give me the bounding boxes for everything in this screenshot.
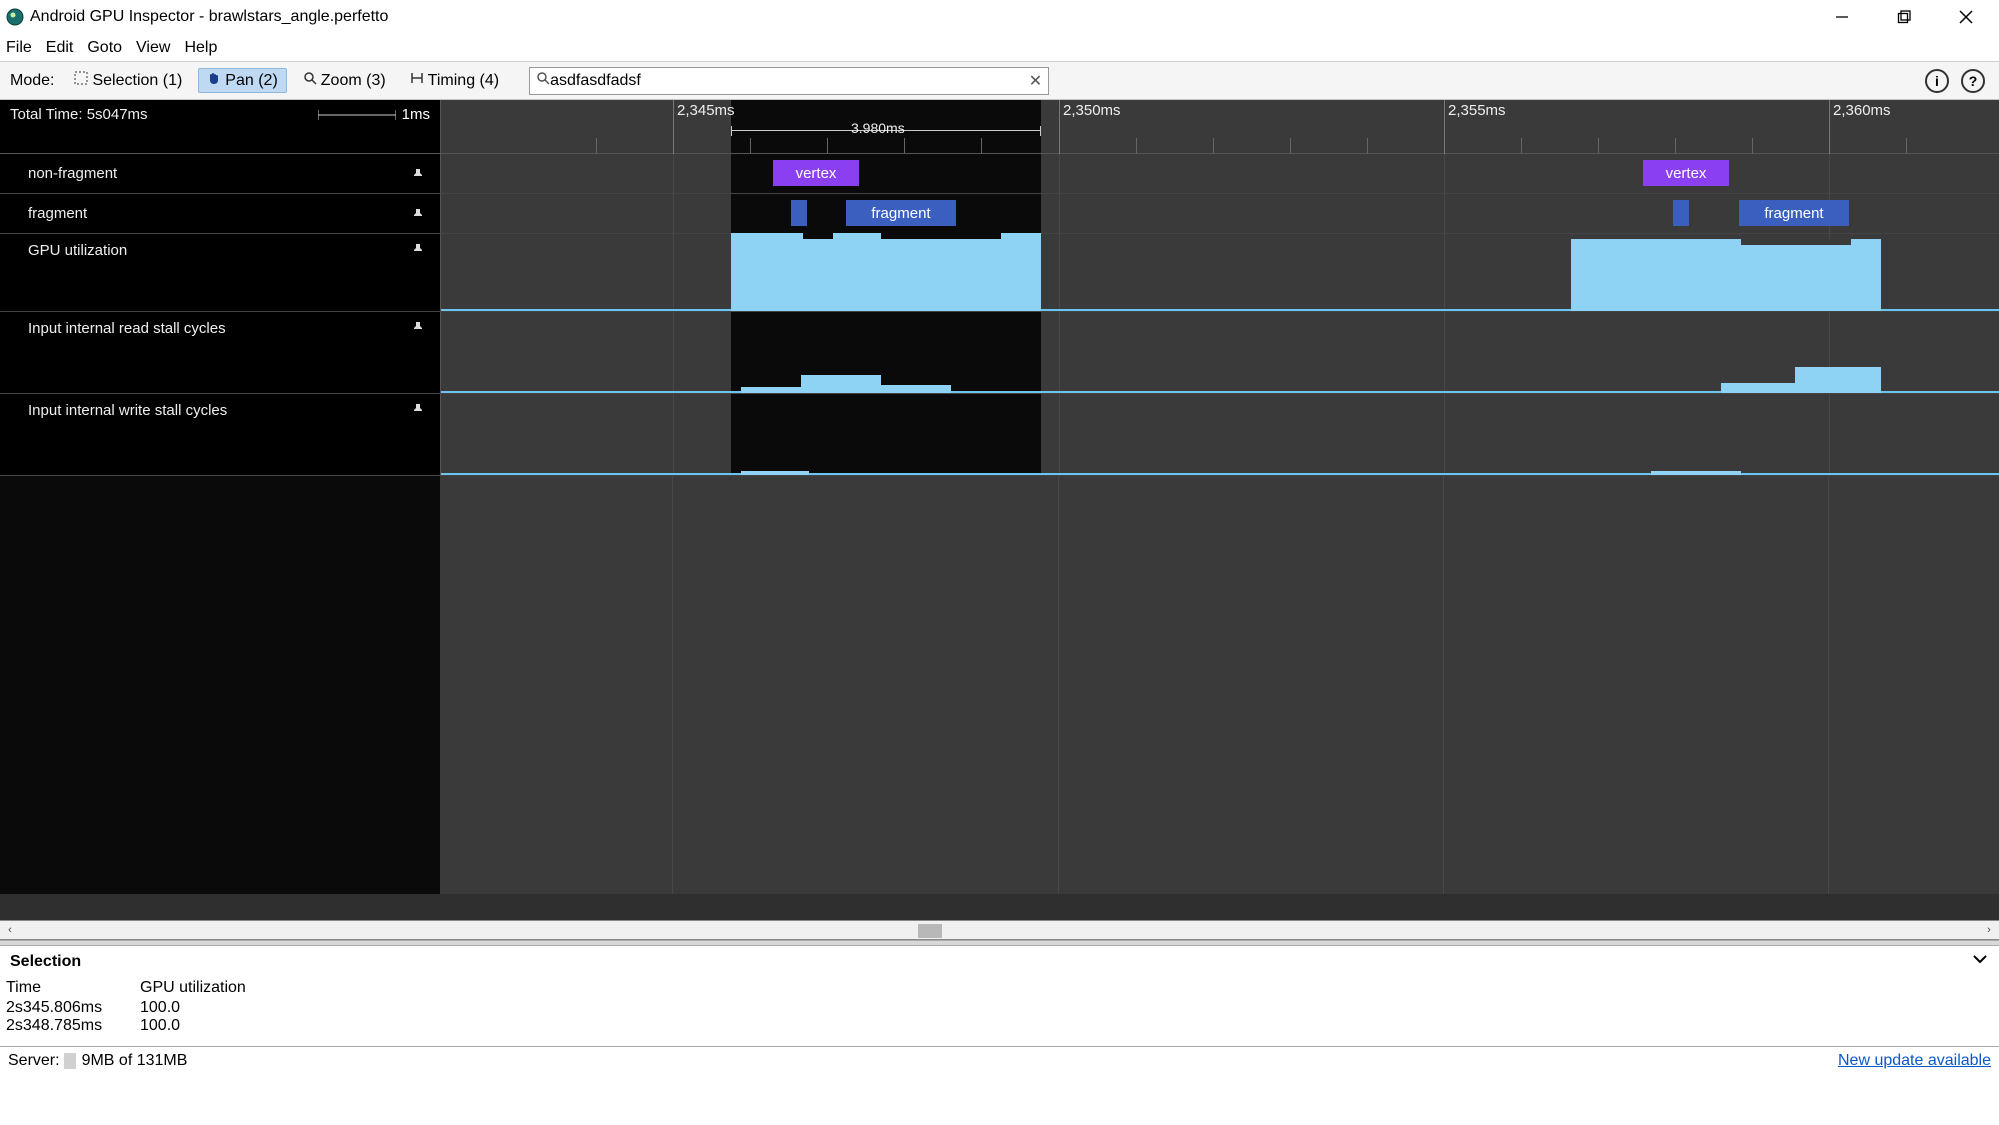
scale-label: 1ms bbox=[402, 106, 430, 123]
minimize-button[interactable] bbox=[1833, 8, 1851, 26]
selection-cell-gpu: 100.0 bbox=[140, 1017, 180, 1035]
mode-selection-button[interactable]: Selection (1) bbox=[66, 69, 190, 92]
fragment-chip[interactable]: fragment bbox=[846, 200, 956, 226]
close-button[interactable] bbox=[1957, 8, 1975, 26]
track-label-read-stall: Input internal read stall cycles bbox=[28, 320, 226, 337]
zoom-icon bbox=[303, 71, 317, 90]
track-read-stall[interactable] bbox=[440, 312, 1999, 393]
timeline-empty-area[interactable] bbox=[0, 476, 1999, 894]
scroll-right-button[interactable]: › bbox=[1979, 924, 1999, 936]
selection-title: Selection bbox=[10, 953, 81, 971]
vertex-chip[interactable]: vertex bbox=[773, 160, 859, 186]
menu-view[interactable]: View bbox=[136, 39, 170, 57]
track-label-write-stall: Input internal write stall cycles bbox=[28, 402, 227, 419]
server-memory: 9MB of 131MB bbox=[82, 1052, 188, 1070]
pin-icon[interactable] bbox=[412, 320, 426, 334]
selection-span-label: 3.980ms bbox=[851, 120, 905, 138]
fragment-chip-small[interactable] bbox=[791, 200, 807, 226]
mode-timing-button[interactable]: Timing (4) bbox=[402, 69, 507, 92]
timeline-header-left: Total Time: 5s047ms 1ms bbox=[0, 100, 440, 153]
maximize-button[interactable] bbox=[1895, 8, 1913, 26]
track-write-stall[interactable] bbox=[440, 394, 1999, 475]
selection-row[interactable]: 2s348.785ms 100.0 bbox=[0, 1017, 1999, 1035]
mode-selection-label: Selection (1) bbox=[92, 72, 182, 90]
selection-col-time: Time bbox=[6, 979, 110, 997]
tick-label: 2,360ms bbox=[1833, 102, 1891, 119]
search-box[interactable]: ✕ bbox=[529, 67, 1049, 95]
clear-search-button[interactable]: ✕ bbox=[1029, 71, 1042, 91]
scroll-thumb[interactable] bbox=[918, 924, 942, 938]
vertex-chip[interactable]: vertex bbox=[1643, 160, 1729, 186]
fragment-chip-small[interactable] bbox=[1673, 200, 1689, 226]
menu-bar: File Edit Goto View Help bbox=[0, 34, 1999, 62]
horizontal-scrollbar[interactable]: ‹ › bbox=[0, 920, 1999, 940]
track-label-nonfragment: non-fragment bbox=[28, 165, 117, 182]
menu-file[interactable]: File bbox=[6, 39, 32, 57]
track-gpu-util[interactable] bbox=[440, 234, 1999, 311]
mode-zoom-button[interactable]: Zoom (3) bbox=[295, 69, 394, 92]
mode-pan-label: Pan (2) bbox=[225, 72, 277, 90]
title-bar: Android GPU Inspector - brawlstars_angle… bbox=[0, 0, 1999, 34]
total-time-label: Total Time: 5s047ms bbox=[10, 106, 148, 123]
tick-label: 2,345ms bbox=[677, 102, 735, 119]
scroll-left-button[interactable]: ‹ bbox=[0, 924, 20, 936]
selection-row[interactable]: 2s345.806ms 100.0 bbox=[0, 999, 1999, 1017]
pin-icon[interactable] bbox=[412, 402, 426, 416]
track-label-gpu-util: GPU utilization bbox=[28, 242, 127, 259]
help-button[interactable]: ? bbox=[1961, 69, 1985, 93]
tick-label: 2,355ms bbox=[1448, 102, 1506, 119]
status-bar: Server: 9MB of 131MB New update availabl… bbox=[0, 1046, 1999, 1074]
timing-icon bbox=[410, 71, 424, 90]
menu-edit[interactable]: Edit bbox=[46, 39, 74, 57]
app-icon bbox=[6, 8, 24, 26]
track-label-fragment: fragment bbox=[28, 205, 87, 222]
window-title: Android GPU Inspector - brawlstars_angle… bbox=[30, 8, 388, 26]
mode-timing-label: Timing (4) bbox=[428, 72, 499, 90]
selection-cell-gpu: 100.0 bbox=[140, 999, 180, 1017]
fragment-chip[interactable]: fragment bbox=[1739, 200, 1849, 226]
mode-pan-button[interactable]: Pan (2) bbox=[198, 68, 286, 93]
selection-icon bbox=[74, 71, 88, 90]
collapse-button[interactable] bbox=[1971, 950, 1989, 973]
timeline-panel[interactable]: Total Time: 5s047ms 1ms 2,345ms 2,350ms … bbox=[0, 100, 1999, 920]
scale-bracket-icon bbox=[318, 109, 396, 121]
server-label: Server: bbox=[8, 1052, 60, 1070]
time-axis[interactable]: 2,345ms 2,350ms 2,355ms 2,360ms 3.980ms bbox=[440, 100, 1999, 153]
menu-help[interactable]: Help bbox=[184, 39, 217, 57]
update-link[interactable]: New update available bbox=[1838, 1052, 1991, 1070]
track-fragment[interactable]: fragment fragment bbox=[440, 194, 1999, 233]
selection-cell-time: 2s348.785ms bbox=[6, 1017, 110, 1035]
search-icon bbox=[536, 71, 550, 90]
pin-icon[interactable] bbox=[412, 242, 426, 256]
toolbar: Mode: Selection (1) Pan (2) Zoom (3) Tim… bbox=[0, 62, 1999, 100]
tick-label: 2,350ms bbox=[1063, 102, 1121, 119]
pin-icon[interactable] bbox=[412, 167, 426, 181]
info-button[interactable]: i bbox=[1925, 69, 1949, 93]
memory-usage-bar bbox=[64, 1053, 76, 1069]
track-nonfragment[interactable]: vertex vertex bbox=[440, 154, 1999, 193]
pin-icon[interactable] bbox=[412, 207, 426, 221]
mode-zoom-label: Zoom (3) bbox=[321, 72, 386, 90]
selection-col-gpu: GPU utilization bbox=[140, 979, 246, 997]
selection-cell-time: 2s345.806ms bbox=[6, 999, 110, 1017]
mode-label: Mode: bbox=[10, 72, 54, 90]
hand-icon bbox=[207, 71, 221, 90]
menu-goto[interactable]: Goto bbox=[87, 39, 122, 57]
search-input[interactable] bbox=[550, 72, 1029, 90]
selection-panel: Selection Time GPU utilization 2s345.806… bbox=[0, 946, 1999, 1046]
